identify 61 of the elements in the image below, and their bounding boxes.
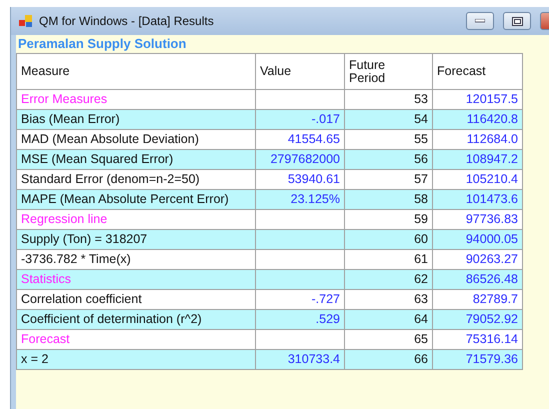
- minimize-button[interactable]: [466, 12, 494, 30]
- column-header: Measure: [17, 54, 256, 90]
- table-cell: -.727: [256, 290, 345, 310]
- section-label: Statistics: [17, 270, 256, 290]
- table-cell: 57: [345, 170, 433, 190]
- table-cell: MAD (Mean Absolute Deviation): [17, 130, 256, 150]
- table-cell: 65: [345, 330, 433, 350]
- table-cell: 61: [345, 250, 433, 270]
- table-cell: 75316.14: [433, 330, 523, 350]
- table-cell: Correlation coefficient: [17, 290, 256, 310]
- table-cell: 82789.7: [433, 290, 523, 310]
- minimize-icon: [475, 19, 485, 23]
- table-cell: 120157.5: [433, 90, 523, 110]
- table-cell: 105210.4: [433, 170, 523, 190]
- table-cell: 2797682000: [256, 150, 345, 170]
- table-cell: 86526.48: [433, 270, 523, 290]
- table-cell: .529: [256, 310, 345, 330]
- table-cell: 112684.0: [433, 130, 523, 150]
- table-cell: 116420.8: [433, 110, 523, 130]
- table-cell: 56: [345, 150, 433, 170]
- column-header: Future Period: [345, 54, 433, 90]
- column-header: Forecast: [433, 54, 523, 90]
- table-cell: x = 2: [17, 350, 256, 370]
- table-cell: 90263.27: [433, 250, 523, 270]
- results-heading: Peramalan Supply Solution: [17, 37, 188, 51]
- table-cell: 63: [345, 290, 433, 310]
- table-cell: 53940.61: [256, 170, 345, 190]
- table-cell: 94000.05: [433, 230, 523, 250]
- table-cell: 310733.4: [256, 350, 345, 370]
- table-cell: 66: [345, 350, 433, 370]
- maximize-icon: [512, 16, 522, 26]
- table-cell: 79052.92: [433, 310, 523, 330]
- column-header: Value: [256, 54, 345, 90]
- table-cell: 41554.65: [256, 130, 345, 150]
- table-cell: Supply (Ton) = 318207: [17, 230, 256, 250]
- window-title: QM for Windows - [Data] Results: [39, 14, 215, 28]
- table-cell: 97736.83: [433, 210, 523, 230]
- section-label: Forecast: [17, 330, 256, 350]
- table-cell: 59: [345, 210, 433, 230]
- table-cell: 55: [345, 130, 433, 150]
- section-label: Regression line: [17, 210, 256, 230]
- table-cell: 101473.6: [433, 190, 523, 210]
- table-cell: 53: [345, 90, 433, 110]
- table-cell: 54: [345, 110, 433, 130]
- table-cell: Coefficient of determination (r^2): [17, 310, 256, 330]
- table-cell: 108947.2: [433, 150, 523, 170]
- table-cell: MSE (Mean Squared Error): [17, 150, 256, 170]
- table-cell: 58: [345, 190, 433, 210]
- table-cell: Standard Error (denom=n-2=50): [17, 170, 256, 190]
- table-cell: -3736.782 * Time(x): [17, 250, 256, 270]
- app-icon: [19, 14, 33, 28]
- table-cell: 62: [345, 270, 433, 290]
- table-cell: Bias (Mean Error): [17, 110, 256, 130]
- maximize-button[interactable]: [503, 12, 531, 30]
- table-cell: 23.125%: [256, 190, 345, 210]
- section-label: Error Measures: [17, 90, 256, 110]
- table-cell: 71579.36: [433, 350, 523, 370]
- table-cell: MAPE (Mean Absolute Percent Error): [17, 190, 256, 210]
- table-cell: 64: [345, 310, 433, 330]
- table-cell: -.017: [256, 110, 345, 130]
- table-cell: 60: [345, 230, 433, 250]
